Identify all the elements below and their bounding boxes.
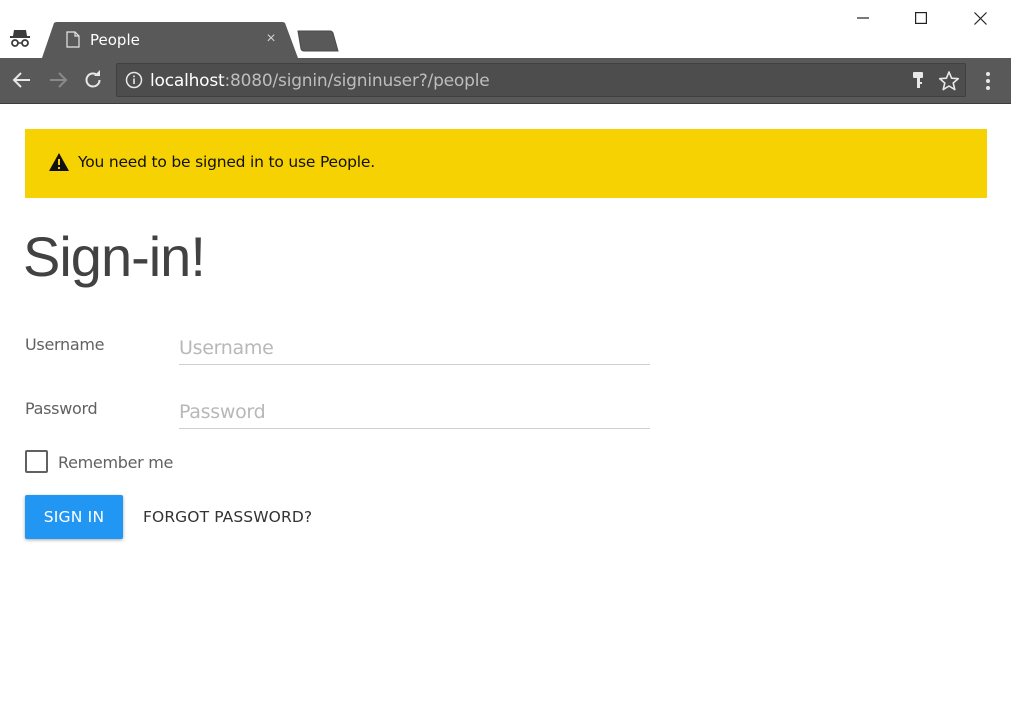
address-bar[interactable]: localhost:8080/signin/signinuser?/people <box>116 63 966 97</box>
page-title: Sign-in! <box>23 225 206 288</box>
info-icon[interactable] <box>125 71 143 89</box>
browser-toolbar: localhost:8080/signin/signinuser?/people <box>0 58 1011 104</box>
password-input[interactable] <box>179 395 650 429</box>
tab-title: People <box>90 31 140 49</box>
tab-close-icon[interactable]: × <box>263 30 279 48</box>
page-icon <box>66 31 80 48</box>
browser-titlebar: People × <box>0 0 1011 58</box>
reload-icon[interactable] <box>81 68 105 92</box>
minimize-icon[interactable] <box>840 0 886 36</box>
url-path: :8080/signin/signinuser?/people <box>224 71 490 91</box>
warning-icon <box>48 152 70 172</box>
sign-in-button[interactable]: SIGN IN <box>25 495 123 539</box>
more-vert-icon[interactable] <box>980 70 996 92</box>
url-text: localhost:8080/signin/signinuser?/people <box>150 71 490 91</box>
new-tab-button[interactable] <box>296 30 340 52</box>
remember-me-checkbox[interactable] <box>25 450 48 473</box>
close-icon[interactable] <box>957 0 1003 36</box>
maximize-icon[interactable] <box>898 0 944 36</box>
incognito-icon <box>8 28 32 50</box>
browser-tab[interactable]: People × <box>42 22 298 58</box>
forward-arrow-icon[interactable] <box>46 68 70 92</box>
username-label: Username <box>25 335 105 354</box>
alert-message: You need to be signed in to use People. <box>78 153 375 171</box>
username-input[interactable] <box>179 331 650 365</box>
forgot-password-button[interactable]: FORGOT PASSWORD? <box>143 508 312 526</box>
signin-required-alert: You need to be signed in to use People. <box>25 129 987 198</box>
remember-me-label[interactable]: Remember me <box>58 453 173 472</box>
back-arrow-icon[interactable] <box>10 68 34 92</box>
star-icon[interactable] <box>938 70 960 92</box>
key-icon[interactable] <box>911 71 925 89</box>
password-label: Password <box>25 399 98 418</box>
url-host: localhost <box>150 71 225 91</box>
